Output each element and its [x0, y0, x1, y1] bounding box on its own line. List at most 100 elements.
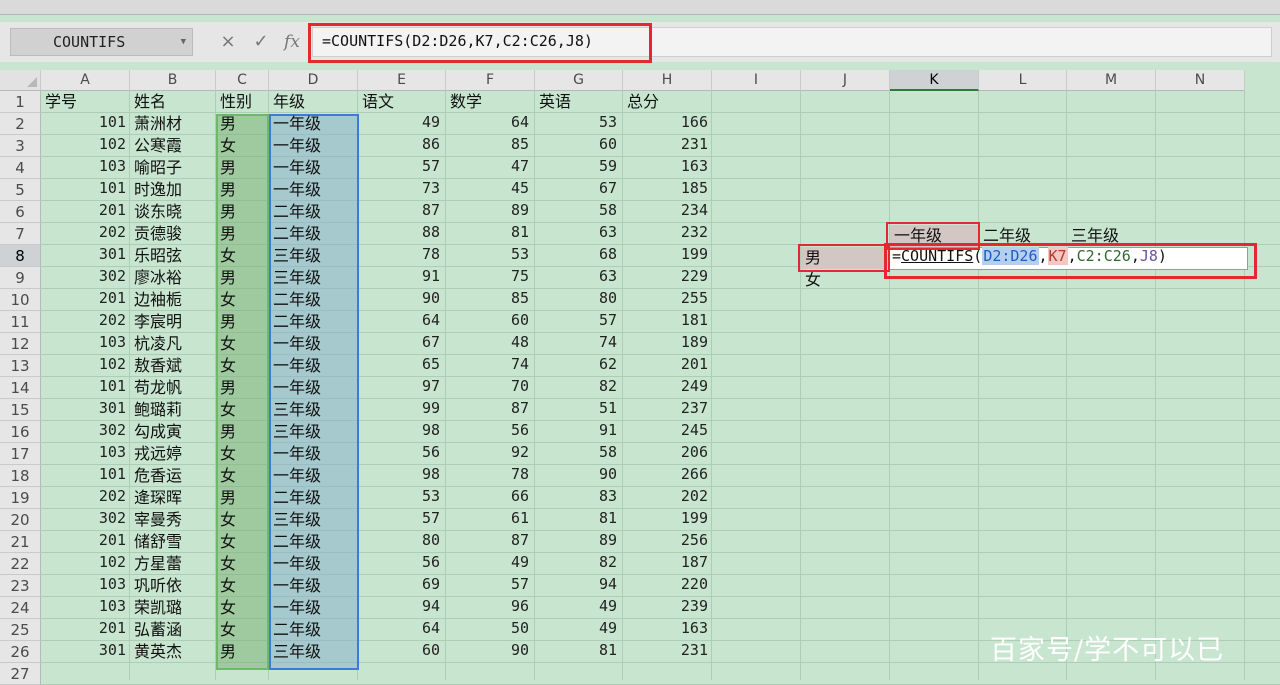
row-header[interactable]: 16: [0, 421, 41, 443]
table-cell[interactable]: 64: [358, 311, 446, 333]
table-cell[interactable]: 女: [216, 619, 269, 641]
table-cell[interactable]: 97: [358, 377, 446, 399]
table-cell[interactable]: 一年级: [269, 575, 358, 597]
table-cell[interactable]: 公寒霞: [130, 135, 216, 157]
table-cell[interactable]: 85: [446, 135, 535, 157]
header-cell[interactable]: 总分: [623, 91, 712, 113]
table-cell[interactable]: 三年级: [269, 641, 358, 663]
row-header[interactable]: 23: [0, 575, 41, 597]
table-cell[interactable]: 57: [358, 157, 446, 179]
row-header[interactable]: 12: [0, 333, 41, 355]
table-cell[interactable]: 女: [216, 245, 269, 267]
table-cell[interactable]: 57: [358, 509, 446, 531]
table-cell[interactable]: 201: [41, 201, 130, 223]
column-header[interactable]: H: [623, 70, 712, 91]
cell-edit-formula[interactable]: =COUNTIFS(D2:D26,K7,C2:C26,J8): [892, 247, 1167, 270]
table-cell[interactable]: 女: [216, 399, 269, 421]
table-cell[interactable]: 189: [623, 333, 712, 355]
table-cell[interactable]: 82: [535, 377, 623, 399]
table-cell[interactable]: 48: [446, 333, 535, 355]
table-cell[interactable]: 三年级: [269, 245, 358, 267]
table-cell[interactable]: 男: [216, 201, 269, 223]
table-cell[interactable]: 231: [623, 641, 712, 663]
row-header[interactable]: 14: [0, 377, 41, 399]
table-cell[interactable]: 女: [216, 443, 269, 465]
table-cell[interactable]: 91: [358, 267, 446, 289]
row-header[interactable]: 7: [0, 223, 41, 245]
table-cell[interactable]: 101: [41, 377, 130, 399]
table-cell[interactable]: 63: [535, 223, 623, 245]
column-header[interactable]: B: [130, 70, 216, 91]
table-cell[interactable]: 女: [216, 531, 269, 553]
table-cell[interactable]: 80: [358, 531, 446, 553]
column-header[interactable]: N: [1156, 70, 1245, 91]
table-cell[interactable]: 男: [216, 113, 269, 135]
table-cell[interactable]: 75: [446, 267, 535, 289]
table-cell[interactable]: 三年级: [269, 399, 358, 421]
table-cell[interactable]: 47: [446, 157, 535, 179]
table-cell[interactable]: 94: [358, 597, 446, 619]
table-cell[interactable]: 男: [216, 179, 269, 201]
row-header[interactable]: 11: [0, 311, 41, 333]
column-header[interactable]: D: [269, 70, 358, 91]
table-cell[interactable]: 74: [535, 333, 623, 355]
table-cell[interactable]: 弘蓄涵: [130, 619, 216, 641]
chevron-down-icon[interactable]: ▼: [181, 29, 186, 55]
table-cell[interactable]: 女: [216, 465, 269, 487]
column-header[interactable]: J: [801, 70, 890, 91]
table-cell[interactable]: 302: [41, 509, 130, 531]
table-cell[interactable]: 苟龙帆: [130, 377, 216, 399]
table-cell[interactable]: 女: [216, 553, 269, 575]
table-cell[interactable]: 二年级: [269, 201, 358, 223]
name-box[interactable]: COUNTIFS ▼: [10, 28, 193, 56]
table-cell[interactable]: 一年级: [269, 443, 358, 465]
table-cell[interactable]: 一年级: [269, 377, 358, 399]
column-header[interactable]: M: [1067, 70, 1156, 91]
table-cell[interactable]: 256: [623, 531, 712, 553]
table-cell[interactable]: 58: [535, 201, 623, 223]
row-header[interactable]: 17: [0, 443, 41, 465]
table-cell[interactable]: 时逸加: [130, 179, 216, 201]
table-cell[interactable]: 229: [623, 267, 712, 289]
table-cell[interactable]: 181: [623, 311, 712, 333]
row-header[interactable]: 18: [0, 465, 41, 487]
row-header[interactable]: 13: [0, 355, 41, 377]
row-header[interactable]: 1: [0, 91, 41, 113]
summary-gender-label[interactable]: 男: [801, 247, 889, 269]
table-cell[interactable]: 94: [535, 575, 623, 597]
table-cell[interactable]: 98: [358, 421, 446, 443]
table-cell[interactable]: 90: [358, 289, 446, 311]
table-cell[interactable]: 51: [535, 399, 623, 421]
table-cell[interactable]: 49: [535, 619, 623, 641]
table-cell[interactable]: 101: [41, 113, 130, 135]
table-cell[interactable]: 56: [358, 553, 446, 575]
table-cell[interactable]: 二年级: [269, 619, 358, 641]
table-cell[interactable]: 166: [623, 113, 712, 135]
table-cell[interactable]: 一年级: [269, 179, 358, 201]
table-cell[interactable]: 男: [216, 377, 269, 399]
table-cell[interactable]: 64: [358, 619, 446, 641]
table-cell[interactable]: 81: [446, 223, 535, 245]
table-cell[interactable]: 一年级: [269, 157, 358, 179]
table-cell[interactable]: 302: [41, 421, 130, 443]
table-cell[interactable]: 201: [41, 619, 130, 641]
table-cell[interactable]: 女: [216, 355, 269, 377]
header-cell[interactable]: 姓名: [130, 91, 216, 113]
table-cell[interactable]: 男: [216, 487, 269, 509]
table-cell[interactable]: 202: [623, 487, 712, 509]
table-cell[interactable]: 87: [358, 201, 446, 223]
table-cell[interactable]: 逄琛晖: [130, 487, 216, 509]
row-header[interactable]: 19: [0, 487, 41, 509]
table-cell[interactable]: 三年级: [269, 267, 358, 289]
table-cell[interactable]: 一年级: [269, 553, 358, 575]
table-cell[interactable]: 女: [216, 597, 269, 619]
table-cell[interactable]: 98: [358, 465, 446, 487]
table-cell[interactable]: 185: [623, 179, 712, 201]
table-cell[interactable]: 二年级: [269, 487, 358, 509]
table-cell[interactable]: 60: [535, 135, 623, 157]
table-cell[interactable]: 45: [446, 179, 535, 201]
table-cell[interactable]: 男: [216, 311, 269, 333]
table-cell[interactable]: 二年级: [269, 223, 358, 245]
header-cell[interactable]: 数学: [446, 91, 535, 113]
table-cell[interactable]: 83: [535, 487, 623, 509]
